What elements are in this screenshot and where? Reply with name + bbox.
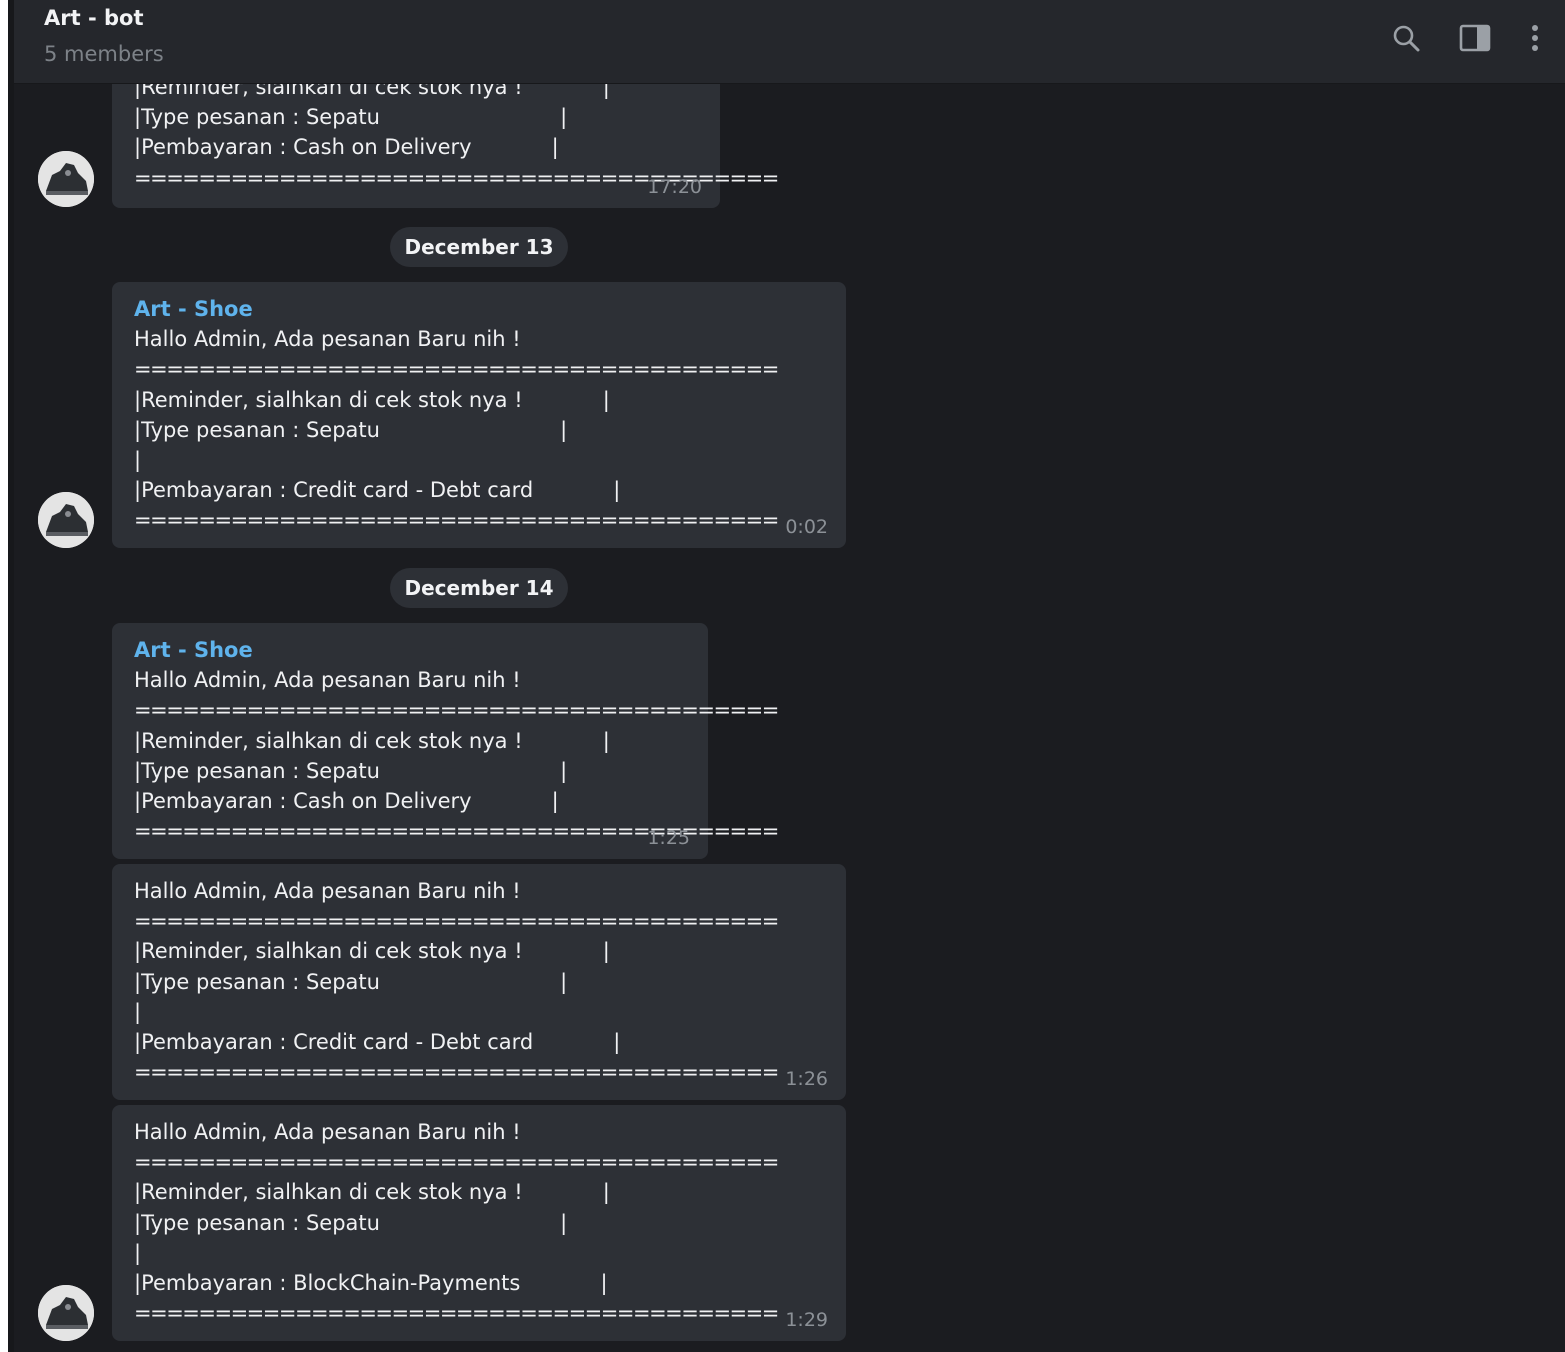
- separator-line: ========================================: [134, 909, 779, 934]
- message-time: 1:29: [785, 1308, 828, 1331]
- message-line: |Type pesanan : Sepatu |: [134, 105, 568, 130]
- avatar[interactable]: [38, 1285, 94, 1341]
- message-line: |Reminder, sialhkan di cek stok nya ! |: [134, 1180, 610, 1205]
- message-line: |Type pesanan : Sepatu |: [134, 969, 568, 994]
- sender-name[interactable]: Art - Shoe: [134, 294, 826, 324]
- separator-line: ========================================: [134, 508, 779, 533]
- sender-name[interactable]: Art - Shoe: [134, 635, 688, 665]
- chat-header[interactable]: Art - bot 5 members: [14, 0, 1565, 84]
- search-icon: [1393, 25, 1420, 52]
- separator-line: ========================================: [134, 1060, 779, 1085]
- message-line: |: [134, 999, 142, 1024]
- message-bubble[interactable]: Hallo Admin, Ada pesanan Baru nih ! ====…: [112, 1105, 846, 1341]
- message-time: 17:20: [647, 175, 702, 198]
- message-line: |Type pesanan : Sepatu |: [134, 1210, 568, 1235]
- chat-title[interactable]: Art - bot: [44, 6, 143, 30]
- message-line: Hallo Admin, Ada pesanan Baru nih !: [134, 327, 521, 352]
- message-list[interactable]: |Reminder, sialhkan di cek stok nya ! | …: [14, 84, 1565, 1352]
- members-count[interactable]: 5 members: [44, 42, 164, 66]
- message-bubble[interactable]: Art - Shoe Hallo Admin, Ada pesanan Baru…: [112, 623, 779, 859]
- message-line: Hallo Admin, Ada pesanan Baru nih !: [134, 1120, 521, 1144]
- message-bubble[interactable]: |Reminder, sialhkan di cek stok nya ! | …: [112, 84, 779, 208]
- message-bubble[interactable]: Art - Shoe Hallo Admin, Ada pesanan Baru…: [112, 282, 846, 548]
- message-bubble[interactable]: Hallo Admin, Ada pesanan Baru nih ! ====…: [112, 864, 846, 1100]
- separator-line: ========================================: [134, 819, 779, 844]
- message-line: |Reminder, sialhkan di cek stok nya ! |: [134, 939, 610, 964]
- window-edge: [0, 0, 8, 1352]
- message-line: |Pembayaran : Credit card - Debt card |: [134, 1029, 621, 1054]
- separator-line: ========================================: [134, 698, 779, 723]
- avatar[interactable]: [38, 151, 94, 207]
- avatar[interactable]: [38, 492, 94, 548]
- message-line: Hallo Admin, Ada pesanan Baru nih !: [134, 668, 521, 693]
- separator-line: ========================================: [134, 357, 779, 382]
- message-line: |Type pesanan : Sepatu |: [134, 758, 568, 783]
- shoe-avatar-icon: [38, 492, 94, 548]
- date-separator: December 14: [390, 568, 568, 608]
- date-separator: December 13: [390, 227, 568, 267]
- message-line: |: [134, 1240, 142, 1265]
- message-time: 0:02: [785, 515, 828, 538]
- message-line: |Pembayaran : Cash on Delivery |: [134, 788, 559, 813]
- message-line: Hallo Admin, Ada pesanan Baru nih !: [134, 879, 521, 903]
- separator-line: ========================================: [134, 1301, 779, 1326]
- message-time: 1:25: [647, 826, 690, 849]
- shoe-avatar-icon: [38, 1285, 94, 1341]
- sidebar-toggle-icon: [1459, 24, 1491, 52]
- message-line: |Pembayaran : Cash on Delivery |: [134, 135, 559, 160]
- shoe-avatar-icon: [38, 151, 94, 207]
- message-line: |Reminder, sialhkan di cek stok nya ! |: [134, 84, 610, 99]
- search-button[interactable]: [1388, 20, 1424, 56]
- message-line: |Reminder, sialhkan di cek stok nya ! |: [134, 728, 610, 753]
- more-vertical-icon: [1532, 25, 1538, 51]
- message-line: |: [134, 447, 142, 472]
- message-line: |Type pesanan : Sepatu |: [134, 417, 568, 442]
- message-line: |Reminder, sialhkan di cek stok nya ! |: [134, 387, 610, 412]
- message-line: |Pembayaran : Credit card - Debt card |: [134, 478, 621, 503]
- message-time: 1:26: [785, 1067, 828, 1090]
- separator-line: ========================================: [134, 1150, 779, 1175]
- message-line: |Pembayaran : BlockChain-Payments |: [134, 1270, 608, 1295]
- more-menu-button[interactable]: [1517, 20, 1553, 56]
- separator-line: ========================================: [134, 165, 779, 190]
- sidebar-toggle-button[interactable]: [1457, 20, 1493, 56]
